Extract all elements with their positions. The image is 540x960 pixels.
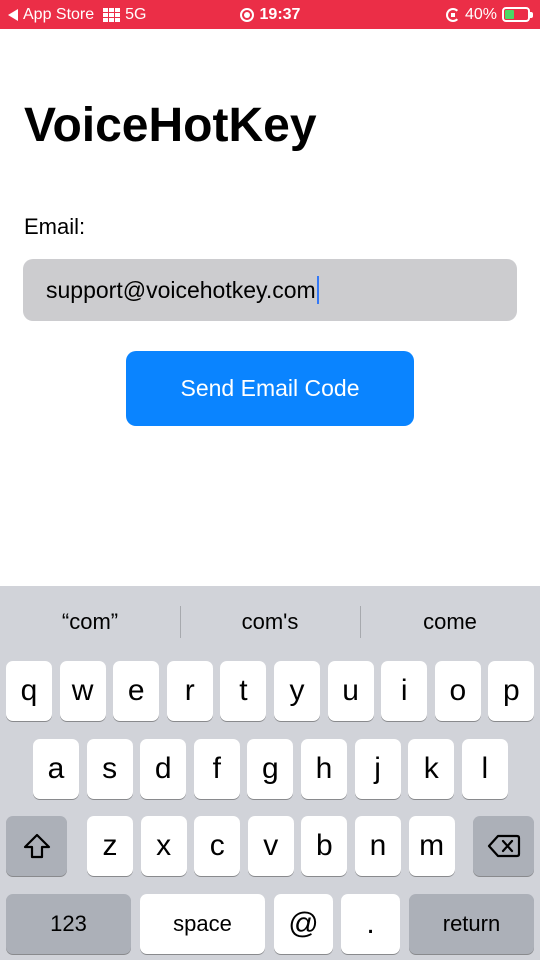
- send-email-code-button[interactable]: Send Email Code: [126, 351, 414, 426]
- email-field-value: support@voicehotkey.com: [46, 276, 316, 303]
- email-field[interactable]: support@voicehotkey.com: [23, 259, 517, 321]
- return-key[interactable]: return: [409, 894, 534, 954]
- key-s[interactable]: s: [86, 739, 133, 799]
- email-label: Email:: [24, 214, 86, 239]
- text-caret: [316, 276, 319, 304]
- status-bar-left: App Store 5G: [8, 6, 147, 24]
- orientation-lock-icon: [445, 7, 460, 22]
- key-c[interactable]: c: [194, 816, 241, 876]
- key-q[interactable]: q: [6, 661, 52, 721]
- at-key[interactable]: @: [274, 894, 333, 954]
- key-y[interactable]: y: [274, 661, 320, 721]
- key-x[interactable]: x: [140, 816, 187, 876]
- key-t[interactable]: t: [220, 661, 267, 721]
- signal-grid-icon: [103, 7, 121, 22]
- shift-key[interactable]: [6, 816, 67, 876]
- shift-icon: [22, 832, 52, 860]
- key-j[interactable]: j: [354, 739, 401, 799]
- suggestion-item[interactable]: “com”: [0, 586, 180, 658]
- key-e[interactable]: e: [113, 661, 160, 721]
- numbers-key[interactable]: 123: [6, 894, 131, 954]
- key-b[interactable]: b: [301, 816, 348, 876]
- network-type: 5G: [125, 5, 147, 23]
- key-z[interactable]: z: [87, 816, 133, 876]
- key-i[interactable]: i: [381, 661, 428, 721]
- clock: 19:37: [259, 5, 301, 23]
- key-f[interactable]: f: [193, 739, 240, 799]
- screen-record-icon: [239, 7, 254, 22]
- back-arrow-icon[interactable]: [8, 8, 18, 21]
- key-l[interactable]: l: [461, 739, 508, 799]
- back-to-app-label[interactable]: App Store: [23, 6, 94, 24]
- key-a[interactable]: a: [33, 739, 79, 799]
- battery-percent: 40%: [464, 5, 497, 23]
- key-w[interactable]: w: [59, 661, 106, 721]
- delete-icon: [487, 833, 521, 859]
- key-o[interactable]: o: [434, 661, 481, 721]
- key-g[interactable]: g: [247, 739, 294, 799]
- key-h[interactable]: h: [301, 739, 347, 799]
- space-key[interactable]: space: [140, 894, 265, 954]
- delete-key[interactable]: [473, 816, 534, 876]
- key-u[interactable]: u: [327, 661, 374, 721]
- page-title: VoiceHotKey: [24, 99, 317, 152]
- suggestion-item[interactable]: com's: [180, 586, 360, 658]
- keyboard: “com” com's come 123 space @ . return qw…: [0, 586, 540, 960]
- key-n[interactable]: n: [355, 816, 401, 876]
- key-k[interactable]: k: [408, 739, 455, 799]
- key-p[interactable]: p: [488, 661, 535, 721]
- key-r[interactable]: r: [166, 661, 213, 721]
- battery-level-fill: [505, 10, 514, 19]
- battery-icon: [502, 7, 533, 22]
- period-key[interactable]: .: [341, 894, 400, 954]
- status-bar-right: 40%: [445, 0, 533, 29]
- status-bar: App Store 5G 19:37 40%: [0, 0, 540, 29]
- key-d[interactable]: d: [140, 739, 187, 799]
- suggestion-item[interactable]: come: [360, 586, 540, 658]
- key-m[interactable]: m: [408, 816, 455, 876]
- suggestion-bar: “com” com's come: [0, 586, 540, 658]
- key-v[interactable]: v: [247, 816, 294, 876]
